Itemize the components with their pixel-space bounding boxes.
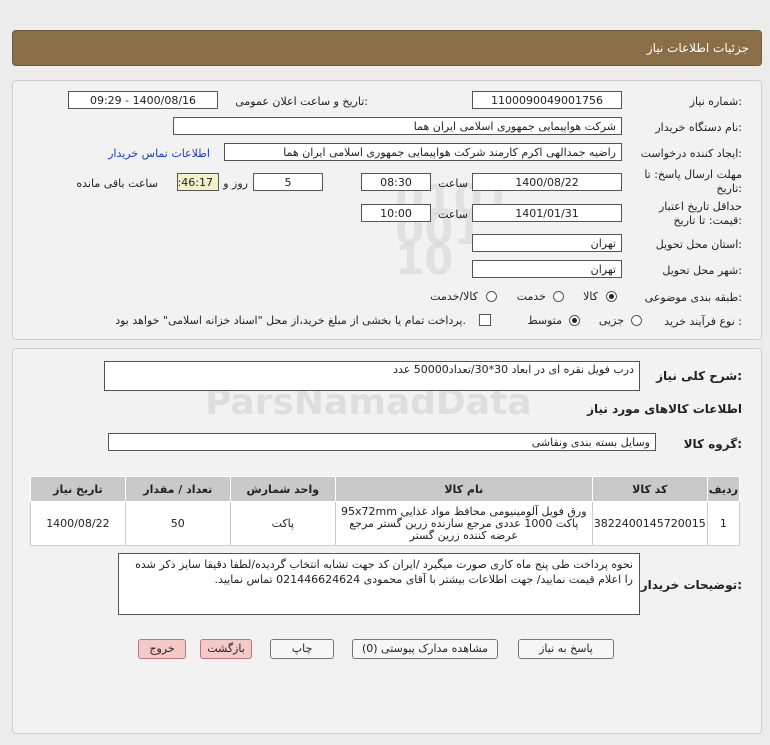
purchase-radio-medium[interactable] bbox=[569, 315, 580, 326]
col-qty: تعداد / مقدار bbox=[124, 476, 231, 502]
announce-label: تاریخ و ساعت اعلان عمومی: bbox=[235, 95, 368, 108]
buyer-notes-label: توضیحات خریدار: bbox=[640, 578, 742, 592]
treasury-payment-checkbox[interactable] bbox=[479, 314, 491, 326]
province-label: استان محل تحویل: bbox=[655, 238, 742, 251]
city-label: شهر محل تحویل: bbox=[662, 264, 742, 277]
cell-name: ورق فویل آلومینیومی محافظ مواد غذایی 95x… bbox=[334, 501, 593, 546]
category-option-goods: کالا bbox=[583, 290, 598, 303]
city-field: تهران bbox=[472, 260, 622, 278]
deadline-date-field: 1400/08/22 bbox=[472, 173, 622, 191]
purchase-option-medium: متوسط bbox=[527, 314, 562, 327]
validity-time-field: 10:00 bbox=[361, 204, 431, 222]
category-label: طبقه بندی موضوعی: bbox=[644, 291, 742, 304]
back-button[interactable]: بازگشت bbox=[200, 639, 252, 659]
page-header: جزئیات اطلاعات نیاز bbox=[12, 30, 762, 66]
validity-date-field: 1401/01/31 bbox=[472, 204, 622, 222]
category-radio-goods[interactable] bbox=[606, 291, 617, 302]
description-label: شرح کلی نیاز: bbox=[656, 369, 742, 383]
category-radio-goods-service[interactable] bbox=[486, 291, 497, 302]
validity-label-2: قیمت: تا تاریخ: bbox=[673, 214, 742, 227]
cell-code: 3822400145720015 bbox=[591, 501, 708, 546]
deadline-time-field: 08:30 bbox=[361, 173, 431, 191]
purchase-radio-minor[interactable] bbox=[631, 315, 642, 326]
page-title: جزئیات اطلاعات نیاز bbox=[646, 41, 749, 55]
need-number-label: شماره نیاز: bbox=[689, 95, 742, 108]
cell-row: 1 bbox=[706, 501, 741, 546]
buyer-notes-field: نحوه پرداخت طی پنج ماه کاری صورت میگیرد … bbox=[118, 553, 640, 615]
need-number-field: 1100090049001756 bbox=[472, 91, 622, 109]
col-code: کد کالا bbox=[591, 476, 708, 502]
remaining-label: ساعت باقی مانده bbox=[76, 177, 158, 190]
requester-label: ایجاد کننده درخواست: bbox=[640, 147, 742, 160]
buyer-org-label: نام دستگاه خریدار: bbox=[655, 121, 742, 134]
requester-field: راضیه جمدالهی اکرم کارمند شرکت هواپیمایی… bbox=[224, 143, 622, 161]
category-option-goods-service: کالا/خدمت bbox=[430, 290, 478, 303]
remaining-time-field: 22:46:17 bbox=[177, 173, 219, 191]
category-radio-service[interactable] bbox=[553, 291, 564, 302]
buyer-contact-link[interactable]: اطلاعات تماس خریدار bbox=[108, 147, 210, 160]
deadline-label: مهلت ارسال پاسخ: تا bbox=[644, 168, 742, 181]
announce-field: 1400/08/16 - 09:29 bbox=[68, 91, 218, 109]
description-field: درب فویل نقره ای در ابعاد 30*30/تعداد500… bbox=[104, 361, 640, 391]
category-option-service: خدمت bbox=[516, 290, 546, 303]
cell-unit: پاکت bbox=[229, 501, 336, 546]
days-label: روز و bbox=[223, 177, 248, 190]
validity-time-label: ساعت bbox=[438, 208, 468, 221]
goods-group-field: وسایل بسته بندی ونقاشی bbox=[108, 433, 656, 451]
province-field: تهران bbox=[472, 234, 622, 252]
purchase-type-label: نوع فرآیند خرید : bbox=[664, 315, 742, 328]
deadline-label-2: تاریخ: bbox=[716, 182, 742, 195]
view-attachments-button[interactable]: مشاهده مدارک پیوستی (0) bbox=[352, 639, 498, 659]
treasury-payment-note: پرداخت تمام یا بخشی از مبلغ خرید،از محل … bbox=[115, 314, 466, 327]
goods-section-title: اطلاعات کالاهای مورد نیاز bbox=[587, 402, 742, 416]
col-row: ردیف bbox=[706, 476, 741, 502]
cell-date: 1400/08/22 bbox=[30, 501, 126, 546]
days-field: 5 bbox=[253, 173, 323, 191]
exit-button[interactable]: خروج bbox=[138, 639, 186, 659]
col-name: نام کالا bbox=[334, 476, 593, 502]
goods-group-label: گروه کالا: bbox=[683, 437, 742, 451]
goods-table-header: ردیف کد کالا نام کالا واحد شمارش تعداد /… bbox=[30, 476, 741, 502]
table-row: 1 3822400145720015 ورق فویل آلومینیومی م… bbox=[30, 501, 741, 546]
reply-button[interactable]: پاسخ به نیاز bbox=[518, 639, 614, 659]
col-unit: واحد شمارش bbox=[229, 476, 336, 502]
col-date: تاریخ نیاز bbox=[30, 476, 126, 502]
buyer-org-field: شرکت هواپیمایی جمهوری اسلامی ایران هما bbox=[173, 117, 622, 135]
purchase-option-minor: جزیی bbox=[598, 314, 624, 327]
validity-label: حداقل تاریخ اعتبار bbox=[658, 200, 742, 213]
goods-table: ردیف کد کالا نام کالا واحد شمارش تعداد /… bbox=[30, 476, 741, 546]
cell-qty: 50 bbox=[124, 501, 231, 546]
print-button[interactable]: چاپ bbox=[270, 639, 334, 659]
deadline-time-label: ساعت bbox=[438, 177, 468, 190]
